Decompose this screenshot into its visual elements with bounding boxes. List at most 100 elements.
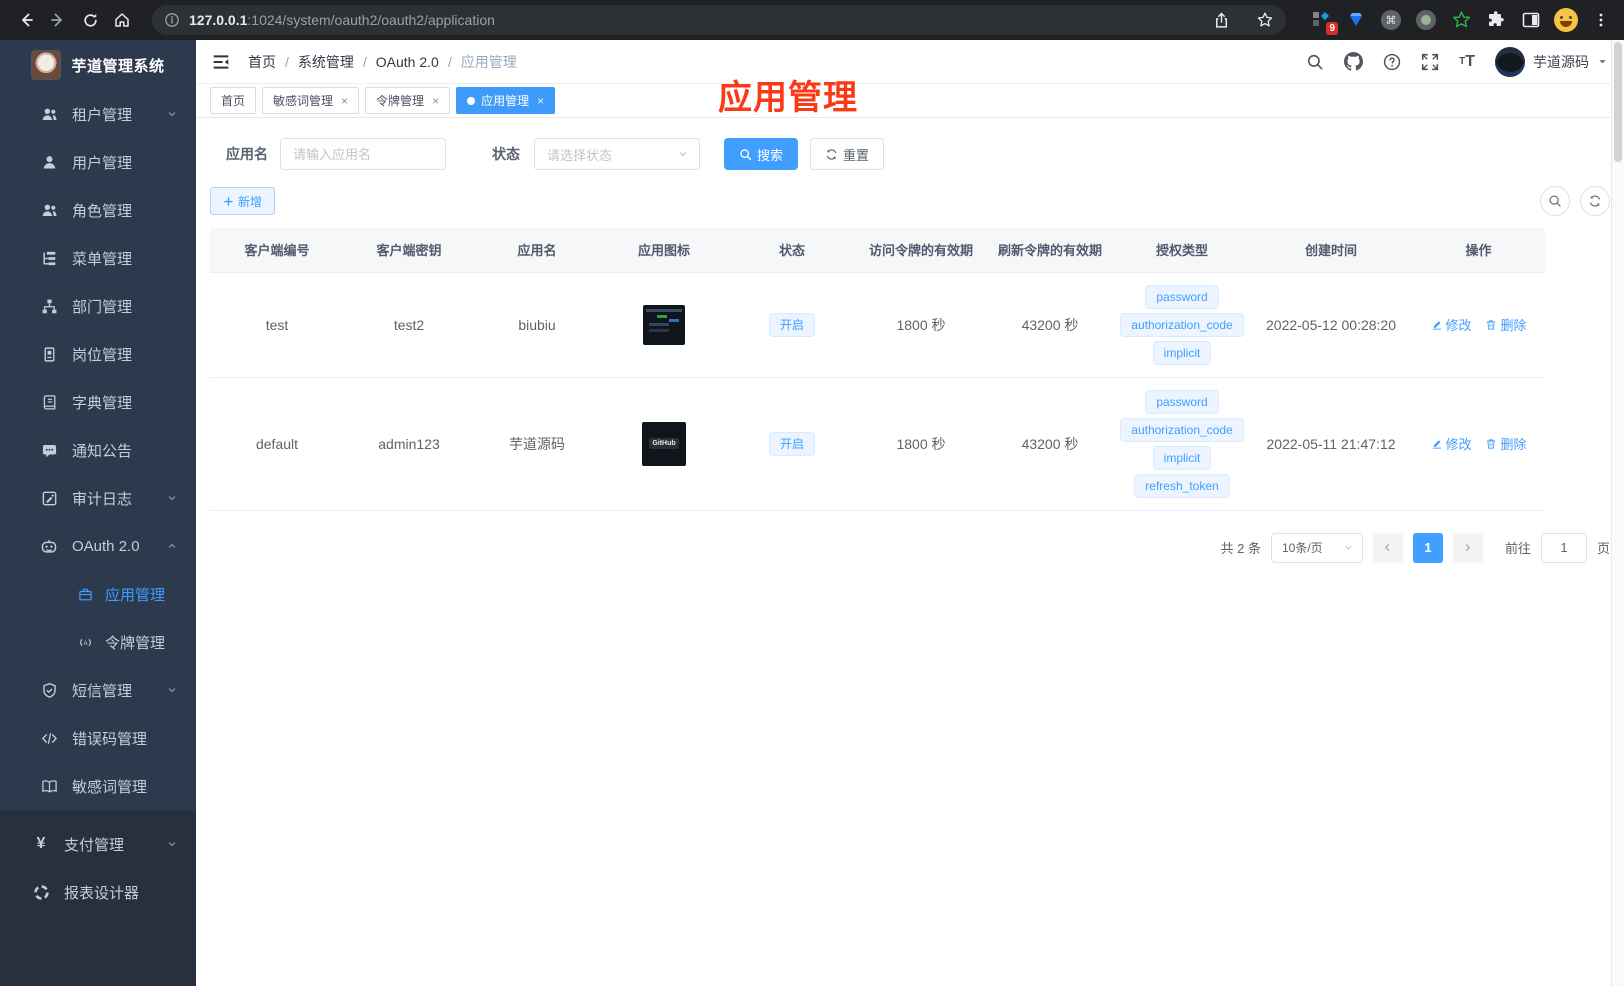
sidebar-item-oauth-application[interactable]: 应用管理 (0, 570, 196, 618)
tab-home[interactable]: 首页 (210, 87, 257, 114)
status-badge: 开启 (768, 312, 815, 337)
browser-menu-icon[interactable] (1588, 7, 1614, 33)
reset-button[interactable]: 重置 (810, 138, 885, 170)
sidebar-item-role[interactable]: 角色管理 (0, 186, 196, 234)
audit-log-icon (40, 489, 58, 507)
browser-forward-button[interactable] (42, 4, 74, 36)
user-menu[interactable]: 芋道源码 (1495, 46, 1608, 77)
delete-button[interactable]: 删除 (1485, 315, 1526, 334)
sidebar-item-oauth[interactable]: OAuth 2.0 (0, 522, 196, 570)
side-panel-icon[interactable] (1518, 7, 1544, 33)
breadcrumb-current: 应用管理 (460, 53, 517, 70)
grant-type-tags: password authorization_code implicit (1118, 284, 1246, 365)
sidebar-item-oauth-token[interactable]: A 令牌管理 (0, 618, 196, 666)
sidebar-item-notice[interactable]: 通知公告 (0, 426, 196, 474)
page-size-select[interactable]: 10条/页 (1270, 532, 1363, 563)
extensions-puzzle-icon[interactable] (1483, 7, 1509, 33)
sidebar-item-user[interactable]: 用户管理 (0, 138, 196, 186)
forward-arrow-icon (51, 13, 63, 27)
sidebar-item-tenant[interactable]: 租户管理 (0, 90, 196, 138)
url-text[interactable]: 127.0.0.1:1024/system/oauth2/oauth2/appl… (189, 12, 495, 28)
browser-reload-button[interactable] (74, 4, 106, 36)
tab-sensitive-words[interactable]: 敏感词管理 × (262, 87, 360, 114)
sidebar-item-sms[interactable]: 短信管理 (0, 666, 196, 714)
browser-back-button[interactable] (10, 4, 42, 36)
github-icon[interactable] (1344, 52, 1364, 71)
code-icon (40, 729, 58, 747)
tab-token[interactable]: 令牌管理 × (365, 87, 451, 114)
tab-application[interactable]: 应用管理 × (456, 87, 556, 114)
site-info-icon[interactable] (164, 12, 180, 28)
scrollbar[interactable] (1611, 40, 1624, 986)
svg-text:⌘: ⌘ (1386, 15, 1397, 27)
sidebar-item-report[interactable]: 报表设计器 (0, 868, 196, 916)
cell-refresh-validity: 43200 秒 (986, 376, 1114, 511)
browser-home-button[interactable] (106, 4, 138, 36)
trash-icon (1487, 438, 1496, 449)
add-button[interactable]: 新增 (210, 187, 276, 215)
page-number-1[interactable]: 1 (1412, 532, 1443, 563)
table-row: test test2 biubiu 开启 1800 秒 43200 秒 pass… (210, 271, 1545, 377)
collapse-icon (213, 54, 229, 69)
search-button[interactable]: 搜索 (724, 138, 799, 170)
cell-created-at: 2022-05-12 00:28:20 (1250, 271, 1412, 377)
navbar-actions: TT 芋道源码 (1306, 46, 1608, 77)
header-search-icon[interactable] (1306, 53, 1324, 71)
breadcrumb-home[interactable]: 首页 (248, 52, 276, 72)
sidebar-item-menu[interactable]: 菜单管理 (0, 234, 196, 282)
help-icon[interactable] (1383, 53, 1401, 71)
cell-client-secret: test2 (344, 271, 474, 377)
pagination-total: 共 2 条 (1220, 541, 1261, 556)
edit-button[interactable]: 修改 (1431, 315, 1472, 334)
breadcrumb-oauth[interactable]: OAuth 2.0 (376, 54, 439, 70)
refresh-table-button[interactable] (1580, 186, 1610, 216)
font-size-icon[interactable]: TT (1459, 53, 1475, 71)
sidebar-item-dept[interactable]: 部门管理 (0, 282, 196, 330)
sidebar-item-audit[interactable]: 审计日志 (0, 474, 196, 522)
extension-grid-icon[interactable]: 9 (1308, 7, 1338, 35)
fullscreen-icon[interactable] (1421, 53, 1439, 71)
toggle-search-button[interactable] (1540, 186, 1570, 216)
home-icon (115, 13, 129, 27)
app-name-input[interactable] (280, 138, 446, 170)
share-icon[interactable] (1213, 12, 1230, 29)
pagination: 共 2 条 10条/页 1 前往 页 (196, 532, 1610, 563)
app-icon-image (643, 304, 685, 345)
profile-avatar-icon[interactable] (1553, 7, 1579, 33)
cell-client-id: default (210, 376, 344, 511)
app-logo-row[interactable]: 芋道管理系统 (0, 40, 196, 90)
extension-gem-icon[interactable] (1343, 7, 1369, 33)
plus-icon (224, 196, 233, 206)
app-title: 芋道管理系统 (71, 57, 165, 75)
next-page-button[interactable] (1452, 532, 1483, 563)
extension-star-icon[interactable] (1448, 7, 1474, 33)
breadcrumb-system[interactable]: 系统管理 (298, 52, 354, 72)
app-logo (31, 50, 62, 80)
chevron-down-icon (1345, 545, 1352, 550)
chevron-down-icon (166, 838, 178, 850)
sidebar-item-post[interactable]: 岗位管理 (0, 330, 196, 378)
browser-address-bar[interactable]: 127.0.0.1:1024/system/oauth2/oauth2/appl… (152, 5, 1286, 35)
app-name-label: 应用名 (226, 146, 268, 162)
menu-tree-icon (40, 249, 58, 267)
table-header-row: 客户端编号 客户端密钥 应用名 应用图标 状态 访问令牌的有效期 刷新令牌的有效… (210, 228, 1545, 272)
extension-record-icon[interactable] (1413, 7, 1439, 33)
main-content: 应用管理 首页 / 系统管理 / OAuth 2.0 / 应用管理 TT 芋道源… (196, 40, 1624, 986)
close-icon[interactable]: × (432, 94, 439, 108)
sidebar-item-dict[interactable]: 字典管理 (0, 378, 196, 426)
close-icon[interactable]: × (537, 94, 544, 108)
sidebar-collapse-button[interactable] (212, 53, 230, 71)
prev-page-button[interactable] (1372, 532, 1403, 563)
edit-button[interactable]: 修改 (1431, 434, 1472, 453)
goto-page-input[interactable] (1540, 532, 1587, 563)
cell-app-name: biubiu (474, 271, 600, 377)
sidebar-item-pay[interactable]: ¥ 支付管理 (0, 820, 196, 868)
extension-command-icon[interactable]: ⌘ (1378, 7, 1404, 33)
bookmark-star-icon[interactable] (1256, 11, 1274, 29)
active-dot-icon (467, 96, 476, 105)
delete-button[interactable]: 删除 (1485, 434, 1526, 453)
sidebar-item-errcode[interactable]: 错误码管理 (0, 714, 196, 762)
close-icon[interactable]: × (341, 94, 348, 108)
status-select[interactable]: 请选择状态 (534, 138, 700, 170)
sidebar-item-sensitive[interactable]: 敏感词管理 (0, 762, 196, 810)
